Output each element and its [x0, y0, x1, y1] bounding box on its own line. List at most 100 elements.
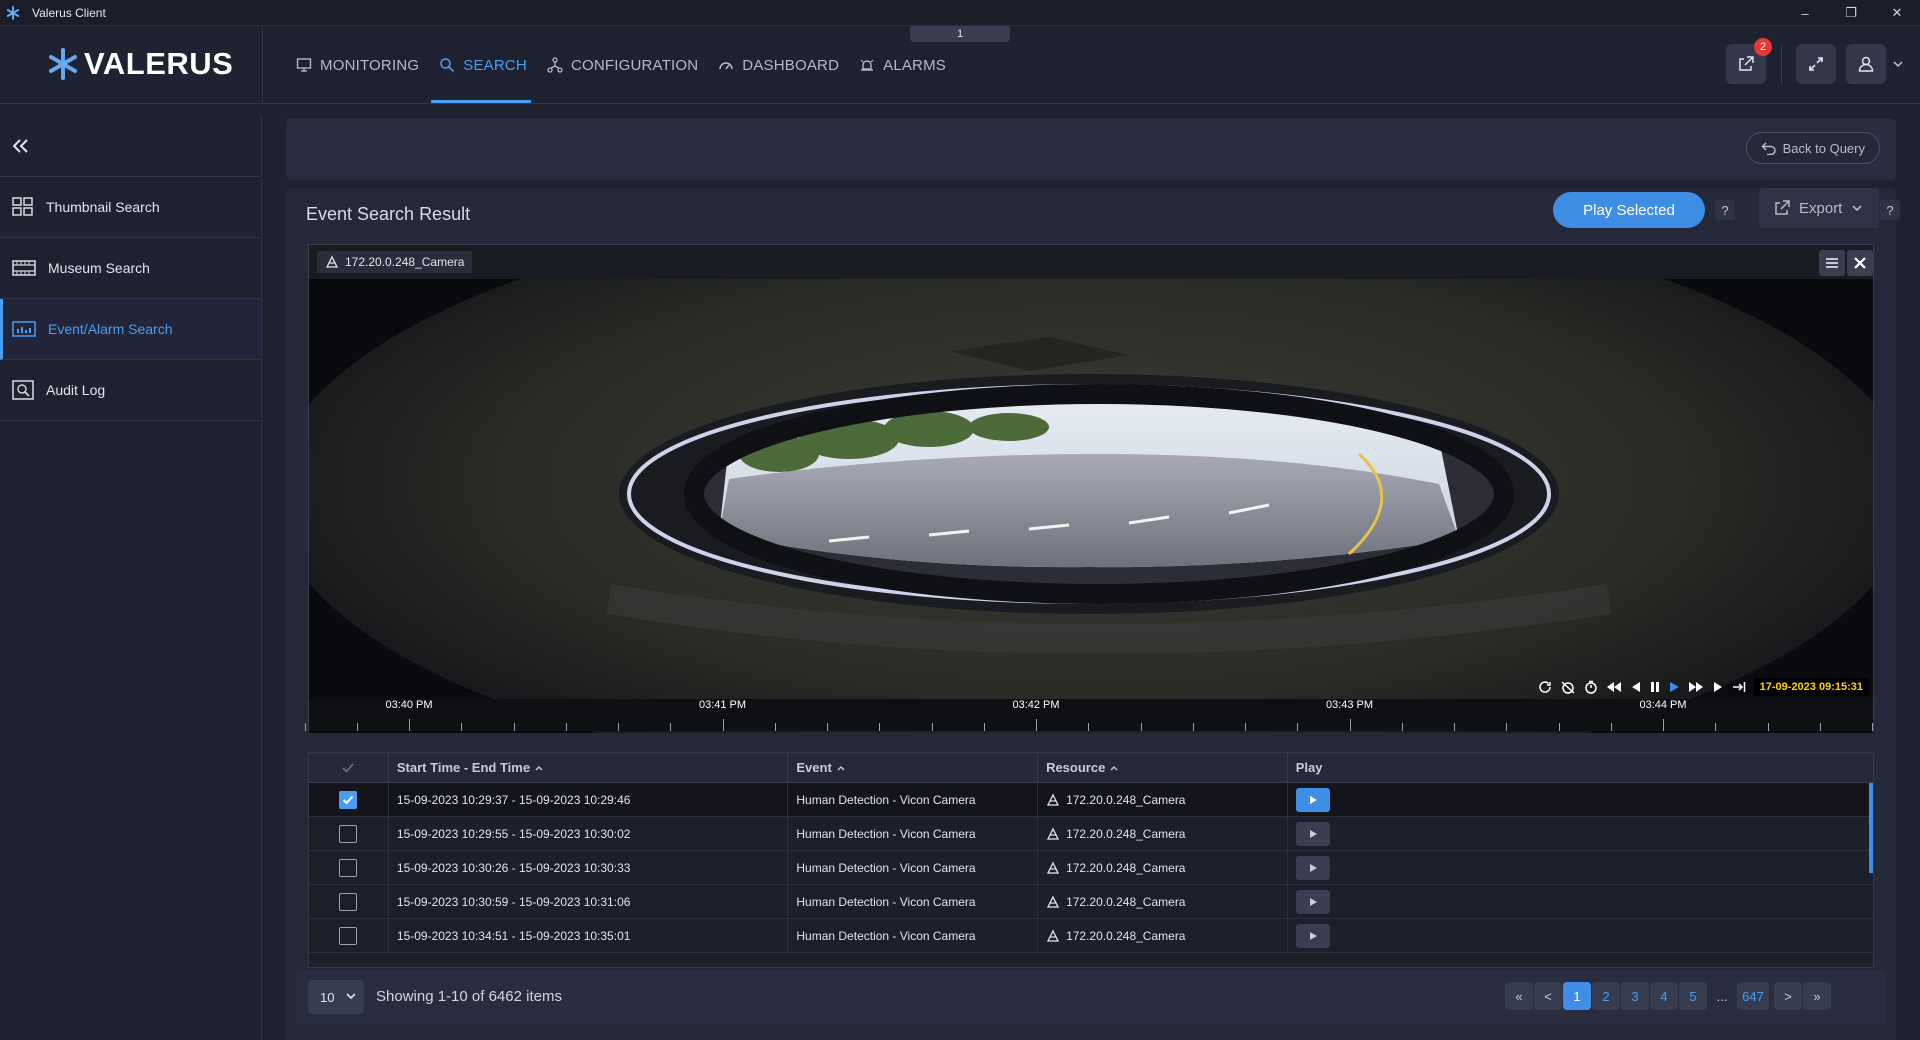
camera-icon	[1047, 895, 1060, 908]
nav-configuration[interactable]: CONFIGURATION	[547, 54, 698, 76]
page-button-4[interactable]: 4	[1650, 982, 1678, 1010]
double-chevron-left-icon	[12, 138, 28, 153]
row-event: Human Detection - Vicon Camera	[788, 851, 1039, 884]
row-checkbox[interactable]	[339, 892, 358, 911]
last-page-button[interactable]: »	[1803, 982, 1831, 1010]
chevron-down-icon[interactable]	[1893, 60, 1903, 68]
loop-off-icon[interactable]	[1560, 680, 1576, 694]
result-title: Event Search Result	[306, 204, 471, 224]
close-icon	[1854, 257, 1866, 269]
sidebar-collapse-button[interactable]	[0, 115, 261, 177]
share-notification-icon	[1739, 56, 1754, 71]
nav-monitoring[interactable]: MONITORING	[296, 54, 419, 76]
fast-rewind-icon[interactable]	[1606, 681, 1622, 693]
page-button-5[interactable]: 5	[1679, 982, 1707, 1010]
user-menu-button[interactable]	[1846, 44, 1886, 84]
table-scrollbar[interactable]	[1869, 783, 1873, 873]
timeline-tick	[304, 723, 306, 731]
sidebar-item-audit-log[interactable]: Audit Log	[0, 360, 261, 421]
row-checkbox[interactable]	[339, 858, 358, 877]
column-header-time[interactable]: Start Time - End Time	[389, 753, 789, 782]
nav-dashboard[interactable]: DASHBOARD	[718, 54, 839, 76]
play-icon[interactable]	[1668, 681, 1680, 693]
playback-controls: 17-09-2023 09:15:31	[1534, 675, 1873, 699]
configuration-icon	[547, 57, 563, 73]
check-icon	[342, 762, 355, 773]
table-row[interactable]: 15-09-2023 10:29:37 - 15-09-2023 10:29:4…	[309, 783, 1873, 817]
row-play-button[interactable]	[1295, 787, 1330, 812]
row-play-button[interactable]	[1295, 889, 1330, 914]
restore-icon[interactable]: ❐	[1828, 0, 1874, 26]
timeline-tick	[1558, 723, 1560, 731]
play-selected-button[interactable]: Play Selected	[1553, 192, 1705, 228]
brand-name: VALERUS	[84, 46, 234, 81]
next-page-button[interactable]: >	[1774, 982, 1802, 1010]
row-event: Human Detection - Vicon Camera	[788, 919, 1039, 952]
dashboard-icon	[719, 62, 734, 70]
video-menu-button[interactable]	[1819, 250, 1845, 276]
sort-ascending-icon	[535, 765, 543, 770]
row-resource: 172.20.0.248_Camera	[1038, 851, 1288, 884]
export-icon	[1775, 200, 1790, 215]
timeline-tick	[670, 723, 672, 731]
page-button-1[interactable]: 1	[1563, 982, 1591, 1010]
help-button[interactable]: ?	[1715, 200, 1735, 220]
sidebar-item-thumbnail-search[interactable]: Thumbnail Search	[0, 177, 261, 238]
video-timeline[interactable]: 03:40 PM 03:41 PM 03:42 PM 03:43 PM 03:44 PM	[304, 699, 1873, 731]
sidebar-item-label: Event/Alarm Search	[48, 321, 173, 337]
first-page-button[interactable]: «	[1505, 982, 1533, 1010]
minimize-icon[interactable]: –	[1782, 0, 1828, 26]
fast-forward-icon[interactable]	[1688, 681, 1704, 693]
notifications-button[interactable]: 2	[1726, 38, 1772, 84]
row-play-button[interactable]	[1295, 821, 1330, 846]
fullscreen-button[interactable]	[1796, 44, 1836, 84]
page-size-value: 10	[320, 989, 335, 1005]
timeline-tick	[565, 723, 567, 731]
page-button-3[interactable]: 3	[1621, 982, 1649, 1010]
nav-search[interactable]: SEARCH	[439, 54, 527, 76]
table-header: Start Time - End Time Event Resource Pla…	[309, 753, 1873, 783]
row-resource: 172.20.0.248_Camera	[1038, 885, 1288, 918]
sidebar-item-event-alarm-search[interactable]: Event/Alarm Search	[0, 299, 261, 360]
close-icon[interactable]: ✕	[1874, 0, 1920, 26]
back-to-query-button[interactable]: Back to Query	[1745, 132, 1880, 164]
video-close-button[interactable]	[1847, 250, 1873, 276]
back-to-query-label: Back to Query	[1782, 140, 1865, 156]
export-label: Export	[1799, 199, 1843, 217]
pause-icon[interactable]	[1650, 681, 1660, 693]
timeline-label: 03:43 PM	[1325, 699, 1374, 711]
table-row[interactable]: 15-09-2023 10:29:55 - 15-09-2023 10:30:0…	[309, 817, 1873, 851]
sync-icon[interactable]	[1538, 680, 1552, 694]
export-button[interactable]: Export	[1759, 188, 1879, 228]
jump-to-live-icon[interactable]	[1732, 681, 1746, 693]
screen-tab-indicator[interactable]: 1	[910, 26, 1010, 42]
table-row[interactable]: 15-09-2023 10:30:26 - 15-09-2023 10:30:3…	[309, 851, 1873, 885]
select-all-header[interactable]	[309, 753, 389, 782]
video-frame[interactable]	[309, 279, 1873, 733]
column-header-event[interactable]: Event	[788, 753, 1039, 782]
row-checkbox[interactable]	[339, 824, 358, 843]
column-header-resource[interactable]: Resource	[1038, 753, 1288, 782]
nav-alarms[interactable]: ALARMS	[859, 54, 946, 76]
step-forward-icon[interactable]	[1712, 681, 1724, 693]
prev-page-button[interactable]: <	[1534, 982, 1562, 1010]
row-resource-label: 172.20.0.248_Camera	[1066, 928, 1186, 943]
sort-ascending-icon	[1110, 765, 1118, 770]
table-row[interactable]: 15-09-2023 10:34:51 - 15-09-2023 10:35:0…	[309, 919, 1873, 953]
row-play-button[interactable]	[1295, 923, 1330, 948]
timeline-tick	[1401, 723, 1403, 731]
column-header-play-label: Play	[1295, 760, 1323, 775]
sidebar-item-museum-search[interactable]: Museum Search	[0, 238, 261, 299]
last-page-number-button[interactable]: 647	[1737, 982, 1769, 1010]
page-button-2[interactable]: 2	[1592, 982, 1620, 1010]
table-row[interactable]: 15-09-2023 10:30:59 - 15-09-2023 10:31:0…	[309, 885, 1873, 919]
page-size-select[interactable]: 10	[308, 980, 364, 1014]
film-icon	[12, 260, 36, 276]
row-resource-label: 172.20.0.248_Camera	[1066, 792, 1186, 807]
row-checkbox[interactable]	[339, 790, 358, 809]
row-play-button[interactable]	[1295, 855, 1330, 880]
export-help-button[interactable]: ?	[1880, 200, 1900, 220]
timer-icon[interactable]	[1584, 680, 1598, 694]
row-checkbox[interactable]	[339, 926, 358, 945]
step-back-icon[interactable]	[1630, 681, 1642, 693]
